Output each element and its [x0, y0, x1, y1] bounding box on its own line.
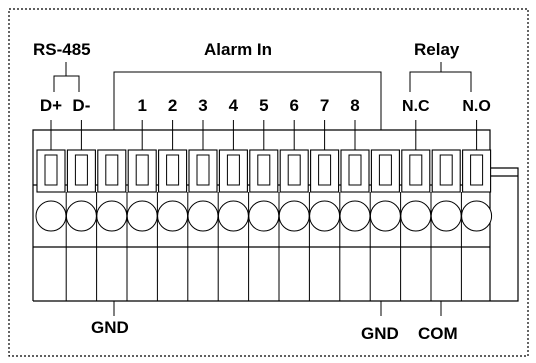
- terminal-slot: [187, 149, 219, 301]
- pin-label-2: D-: [72, 96, 90, 115]
- pin-label-8: 6: [289, 96, 298, 115]
- bottom-leaders: [113, 301, 442, 316]
- pin-leader-lines: [50, 120, 478, 150]
- terminal-screw-head: [278, 200, 310, 232]
- terminal-screw-head: [65, 200, 97, 232]
- com-label: COM: [418, 324, 458, 343]
- terminal-slots: [35, 149, 493, 301]
- pin-label-6: 4: [229, 96, 239, 115]
- terminal-screw-head: [461, 200, 493, 232]
- terminal-screw-head: [157, 200, 189, 232]
- terminal-slot: [156, 149, 189, 301]
- terminal-screw-head: [339, 200, 371, 232]
- terminal-screw-head: [187, 200, 219, 232]
- terminal-wire-slot: [318, 154, 332, 186]
- terminal-wire-slot: [135, 154, 149, 186]
- terminal-wire-slot: [74, 154, 88, 186]
- terminal-screw-head: [96, 200, 128, 232]
- terminal-slot: [369, 149, 401, 301]
- terminal-slot: [35, 149, 67, 232]
- terminal-wire-slot: [348, 154, 362, 186]
- terminal-wire-slot: [196, 154, 210, 186]
- terminal-block-diagram: RS-485 Alarm In Relay D+ D- 1 2 3 4 5 6 7 8 N.C N.O: [0, 0, 536, 363]
- terminal-wire-slot: [257, 154, 271, 186]
- terminal-screw-head: [248, 200, 280, 232]
- pin-label-4: 2: [168, 96, 177, 115]
- pin-label-3: 1: [137, 96, 146, 115]
- pin-label-12: N.O: [462, 98, 490, 115]
- alarm-in-bracket: [113, 71, 382, 130]
- pin-label-row: D+ D- 1 2 3 4 5 6 7 8 N.C N.O: [40, 96, 491, 115]
- pin-label-11: N.C: [402, 98, 430, 115]
- terminal-wire-slot: [287, 154, 301, 186]
- terminal-screw-head: [369, 200, 401, 232]
- terminal-slot: [96, 149, 128, 301]
- relay-bracket: [409, 62, 472, 92]
- terminal-block-svg: RS-485 Alarm In Relay D+ D- 1 2 3 4 5 6 7 8 N.C N.O: [8, 8, 529, 357]
- terminal-screw-head: [309, 200, 341, 232]
- terminal-slot: [248, 149, 280, 301]
- terminal-slot: [430, 149, 462, 301]
- pin-label-5: 3: [198, 96, 207, 115]
- terminal-wire-slot: [378, 154, 392, 186]
- terminal-screw-head: [35, 200, 67, 232]
- terminal-wire-slot: [439, 154, 453, 186]
- terminal-slot: [400, 149, 432, 301]
- pin-label-7: 5: [259, 96, 268, 115]
- terminal-screw-head: [430, 200, 462, 232]
- terminal-wire-slot: [409, 154, 423, 186]
- alarm-in-group-label: Alarm In: [204, 40, 272, 59]
- terminal-wire-slot: [470, 154, 484, 186]
- pin-label-10: 8: [350, 96, 359, 115]
- terminal-slot: [278, 149, 310, 301]
- terminal-wire-slot: [105, 154, 119, 186]
- terminal-screw-head: [126, 200, 158, 232]
- terminal-screw-head: [400, 200, 432, 232]
- terminal-slot: [308, 149, 341, 301]
- terminal-screw-head: [217, 200, 249, 232]
- terminal-wire-slot: [44, 154, 58, 186]
- rs485-bracket: [53, 62, 80, 92]
- terminal-slot: [126, 149, 158, 301]
- gnd-right-label: GND: [361, 324, 399, 343]
- gnd-left-label: GND: [91, 318, 129, 337]
- terminal-slot: [460, 149, 493, 301]
- pin-label-9: 7: [320, 96, 329, 115]
- terminal-slot: [339, 149, 371, 301]
- terminal-slot: [65, 149, 97, 301]
- pin-label-1: D+: [40, 96, 62, 115]
- relay-group-label: Relay: [414, 40, 460, 59]
- terminal-slot: [217, 149, 249, 301]
- terminal-wire-slot: [226, 154, 240, 186]
- terminal-wire-slot: [166, 154, 180, 186]
- rs485-group-label: RS-485: [33, 40, 91, 59]
